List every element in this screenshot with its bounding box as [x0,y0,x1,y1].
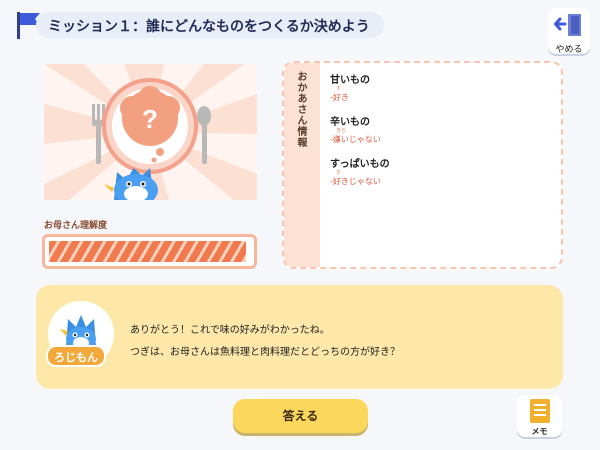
info-panel-title: おかあさん情報 [295,71,306,148]
mission-illustration: ? [44,64,257,200]
info-item-name: すっぱいもの [330,159,390,170]
quit-button[interactable]: やめる [548,8,590,55]
plate-mascot-illustration: ? [44,64,257,200]
understanding-gauge-fill [49,241,246,262]
list-item: 甘いもの す -好き [330,71,390,113]
list-item: すっぱいもの す -好きじゃない [330,155,390,197]
info-item-preference: -嫌いじゃない [330,135,381,144]
exit-door-icon [554,14,581,36]
understanding-gauge [42,234,257,269]
answer-button[interactable]: 答える [233,399,368,433]
memo-button[interactable]: メモ [517,395,562,437]
memo-label: メモ [531,427,548,436]
speaker-name-tag: ろじもん [46,345,106,367]
info-panel-side: おかあさん情報 [284,63,320,267]
svg-text:?: ? [142,104,158,134]
memo-icon [529,399,550,423]
mission-header: ミッション１：誰にどんなものをつくるか決めよう [14,10,384,40]
mission-title: ミッション１：誰にどんなものをつくるか決めよう [36,12,384,38]
info-item-name: 辛いもの [330,117,370,128]
understanding-gauge-label: お母さん理解度 [44,221,108,231]
dialog-box: ろじもん ありがとう！これで味の好みがわかったね。 つぎは、お母さんは魚料理と肉… [36,285,563,389]
list-item: 辛いもの きら -嫌いじゃない [330,113,390,155]
info-list: 甘いもの す -好き 辛いもの きら -嫌いじゃない すっぱいもの す -好きじ… [330,71,390,197]
info-item-preference: -好き [330,93,349,102]
dialog-line: ありがとう！これで味の好みがわかったね。 [130,325,330,336]
info-item-name: 甘いもの [330,75,370,86]
dialog-line: つぎは、お母さんは魚料理と肉料理だとどっちの方が好き？ [130,347,400,358]
info-item-preference: -好きじゃない [330,177,381,186]
mother-info-panel: おかあさん情報 甘いもの す -好き 辛いもの きら -嫌いじゃない すっぱいも… [282,61,563,269]
quit-label: やめる [555,45,583,55]
